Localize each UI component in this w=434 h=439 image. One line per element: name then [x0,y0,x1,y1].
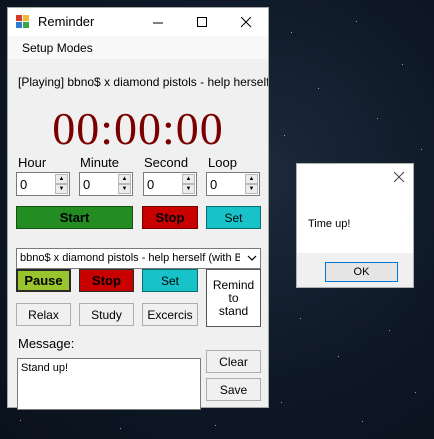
hour-down-arrow-icon[interactable]: ▼ [55,184,68,194]
minute-label: Minute [80,155,120,170]
second-stepper[interactable]: 0 ▲ ▼ [143,172,197,196]
minute-down-arrow-icon[interactable]: ▼ [118,184,131,194]
save-button[interactable]: Save [206,378,261,401]
second-down-arrow-icon[interactable]: ▼ [182,184,195,194]
study-button[interactable]: Study [79,303,134,326]
set-timer-button[interactable]: Set [206,206,261,229]
countdown-display: 00:00:00 [52,103,224,154]
remind-to-stand-button[interactable]: Remind to stand [206,269,261,327]
now-playing-label: [Playing] bbno$ x diamond pistols - help… [18,75,268,89]
maximize-button[interactable] [180,8,224,36]
dialog-message: Time up! [308,218,351,230]
exercise-button[interactable]: Excercis [142,303,198,326]
hour-stepper[interactable]: 0 ▲ ▼ [16,172,70,196]
time-up-dialog: Time up! OK [296,163,414,288]
clear-button[interactable]: Clear [206,350,261,373]
reminder-window: Reminder Setup Modes [Playing] bbno$ x d… [7,7,269,410]
hour-label: Hour [18,155,47,170]
close-button[interactable] [224,8,268,36]
ok-button[interactable]: OK [325,262,398,282]
menu-setup-modes[interactable]: Setup Modes [22,41,93,55]
app-icon [16,15,30,29]
start-button[interactable]: Start [16,206,133,229]
loop-label: Loop [208,155,237,170]
chevron-down-icon [247,255,257,261]
second-up-arrow-icon[interactable]: ▲ [182,174,195,184]
pause-button[interactable]: Pause [16,269,71,292]
close-icon[interactable] [393,171,405,183]
minimize-button[interactable] [136,8,180,36]
music-set-button[interactable]: Set [142,269,198,292]
stop-button[interactable]: Stop [142,206,198,229]
title-bar[interactable]: Reminder [8,8,268,36]
second-label: Second [144,155,189,170]
minute-up-arrow-icon[interactable]: ▲ [118,174,131,184]
minute-value: 0 [83,177,91,192]
hour-up-arrow-icon[interactable]: ▲ [55,174,68,184]
loop-stepper[interactable]: 0 ▲ ▼ [206,172,260,196]
message-textbox[interactable]: Stand up! [17,358,201,410]
message-label: Message: [18,336,75,351]
track-select[interactable]: bbno$ x diamond pistols - help herself (… [16,248,261,269]
second-value: 0 [147,177,155,192]
window-title: Reminder [38,14,95,29]
close-icon [240,16,251,27]
track-select-value: bbno$ x diamond pistols - help herself (… [20,252,240,264]
hour-value: 0 [20,177,28,192]
minimize-icon [152,22,163,23]
menu-bar: Setup Modes [8,36,268,59]
maximize-icon [196,16,207,27]
dialog-footer: OK [297,253,413,287]
music-stop-button[interactable]: Stop [79,269,134,292]
minute-stepper[interactable]: 0 ▲ ▼ [79,172,133,196]
relax-button[interactable]: Relax [16,303,71,326]
loop-down-arrow-icon[interactable]: ▼ [245,184,258,194]
loop-value: 0 [210,177,218,192]
loop-up-arrow-icon[interactable]: ▲ [245,174,258,184]
